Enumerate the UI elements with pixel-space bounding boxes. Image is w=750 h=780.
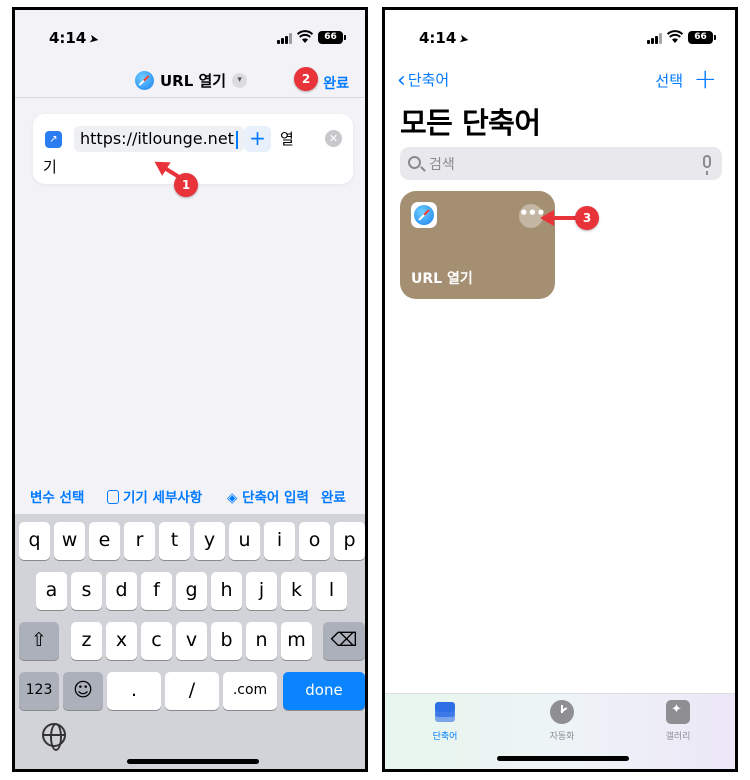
device-details-button[interactable]: 기기 세부사항 [107,486,202,506]
add-shortcut-button[interactable]: + [694,62,717,95]
shift-icon: ⇧ [31,629,47,651]
shortcut-title-menu[interactable]: URL 열기 ▾ [135,70,248,91]
chevron-left-icon: ‹ [397,68,406,93]
key-i[interactable]: i [264,522,295,560]
cellular-signal-icon [647,33,663,44]
action-verb-text: 열 [280,130,294,148]
shortcut-tile-open-url[interactable]: ••• URL 열기 [400,191,555,299]
search-placeholder: 검색 [429,157,455,173]
key-l[interactable]: l [316,572,347,610]
key-u[interactable]: u [229,522,260,560]
emoji-icon: ☺ [73,679,93,701]
search-field[interactable]: 검색 [400,147,722,180]
key-h[interactable]: h [211,572,242,610]
tab-automation[interactable]: 자동화 [527,700,597,742]
battery-icon: 66 [318,31,346,44]
microphone-icon[interactable] [703,155,711,175]
key-m[interactable]: m [281,622,312,660]
tab-shortcuts[interactable]: 단축어 [410,700,480,742]
status-time: 4:14 ➤ [419,29,471,47]
key-y[interactable]: y [194,522,225,560]
key-s[interactable]: s [71,572,102,610]
phone-icon [107,490,119,504]
key-j[interactable]: j [246,572,277,610]
dotcom-key[interactable]: .com [223,672,277,710]
key-b[interactable]: b [211,622,242,660]
left-phone-screen: 4:14 ➤ 66 URL 열기 ▾ 완료 2 ↗ https://itloung… [12,7,368,772]
key-g[interactable]: g [176,572,207,610]
home-indicator [127,759,259,764]
cellular-signal-icon [277,33,293,44]
wifi-icon [667,30,683,43]
shift-key[interactable]: ⇧ [19,622,59,660]
annotation-badge-3: 3 [575,206,599,230]
key-e[interactable]: e [89,522,120,560]
tab-bar: 단축어 자동화 갤러리 [385,693,735,769]
location-arrow-icon: ➤ [458,31,471,47]
safari-icon [411,202,437,228]
text-cursor [235,130,238,149]
battery-icon: 66 [688,31,716,44]
key-k[interactable]: k [281,572,312,610]
select-button[interactable]: 선택 [655,70,683,91]
backspace-icon: ⌫ [330,629,358,651]
add-variable-button[interactable]: + [244,126,271,152]
keyboard: q w e r t y u i o p a s d f g h j k l ⇧ … [15,514,365,769]
key-c[interactable]: c [141,622,172,660]
location-arrow-icon: ➤ [88,31,101,47]
done-button[interactable]: 완료 [323,73,349,93]
shortcut-input-button[interactable]: ◈ 단축어 입력 [227,486,318,506]
key-a[interactable]: a [36,572,67,610]
annotation-badge-1: 1 [174,173,198,197]
numbers-key[interactable]: 123 [19,672,59,710]
status-bar: 4:14 ➤ 66 [15,10,365,60]
gallery-sparkle-icon [666,700,690,724]
safari-icon [135,71,154,90]
key-p[interactable]: p [334,522,365,560]
keyboard-suggestion-bar: 변수 선택 기기 세부사항 ◈ 단축어 입력 완료 [15,476,365,514]
keyboard-done-button[interactable]: 완료 [321,486,346,506]
open-url-action-card[interactable]: ↗ https://itlounge.net + 열 기 ✕ [33,114,353,184]
layers-icon: ◈ [227,490,243,506]
globe-icon[interactable] [42,723,66,751]
right-phone-screen: 4:14 ➤ 66 ‹ 단축어 선택 + 모든 단축어 검색 ••• URL 열기 … [382,7,738,772]
back-button[interactable]: ‹ 단축어 [397,68,449,93]
home-indicator [497,756,629,761]
url-input[interactable]: https://itlounge.net [74,126,244,152]
wifi-icon [297,30,313,43]
slash-key[interactable]: / [165,672,219,710]
key-o[interactable]: o [299,522,330,560]
key-t[interactable]: t [159,522,190,560]
done-key[interactable]: done [283,672,365,710]
period-key[interactable]: . [107,672,161,710]
shortcut-tile-label: URL 열기 [411,271,473,287]
emoji-key[interactable]: ☺ [63,672,103,710]
key-r[interactable]: r [124,522,155,560]
status-bar: 4:14 ➤ 66 [385,10,735,60]
key-z[interactable]: z [71,622,102,660]
select-variable-button[interactable]: 변수 선택 [30,486,84,506]
key-d[interactable]: d [106,572,137,610]
page-title: 모든 단축어 [400,106,541,140]
delete-key[interactable]: ⌫ [323,622,365,660]
clear-action-icon[interactable]: ✕ [325,130,342,147]
key-q[interactable]: q [19,522,50,560]
status-time: 4:14 ➤ [49,29,101,47]
key-w[interactable]: w [54,522,85,560]
key-n[interactable]: n [246,622,277,660]
tab-gallery[interactable]: 갤러리 [643,700,713,742]
shortcut-title: URL 열기 [160,72,227,90]
clock-icon [550,700,574,724]
annotation-arrow-3 [540,210,578,226]
annotation-badge-2: 2 [294,67,318,91]
open-url-action-icon: ↗ [45,131,62,148]
layers-icon [433,700,457,724]
key-v[interactable]: v [176,622,207,660]
key-f[interactable]: f [141,572,172,610]
search-icon [408,156,421,169]
key-x[interactable]: x [106,622,137,660]
chevron-down-icon: ▾ [232,73,248,88]
action-verb-text-wrapped: 기 [43,158,57,176]
